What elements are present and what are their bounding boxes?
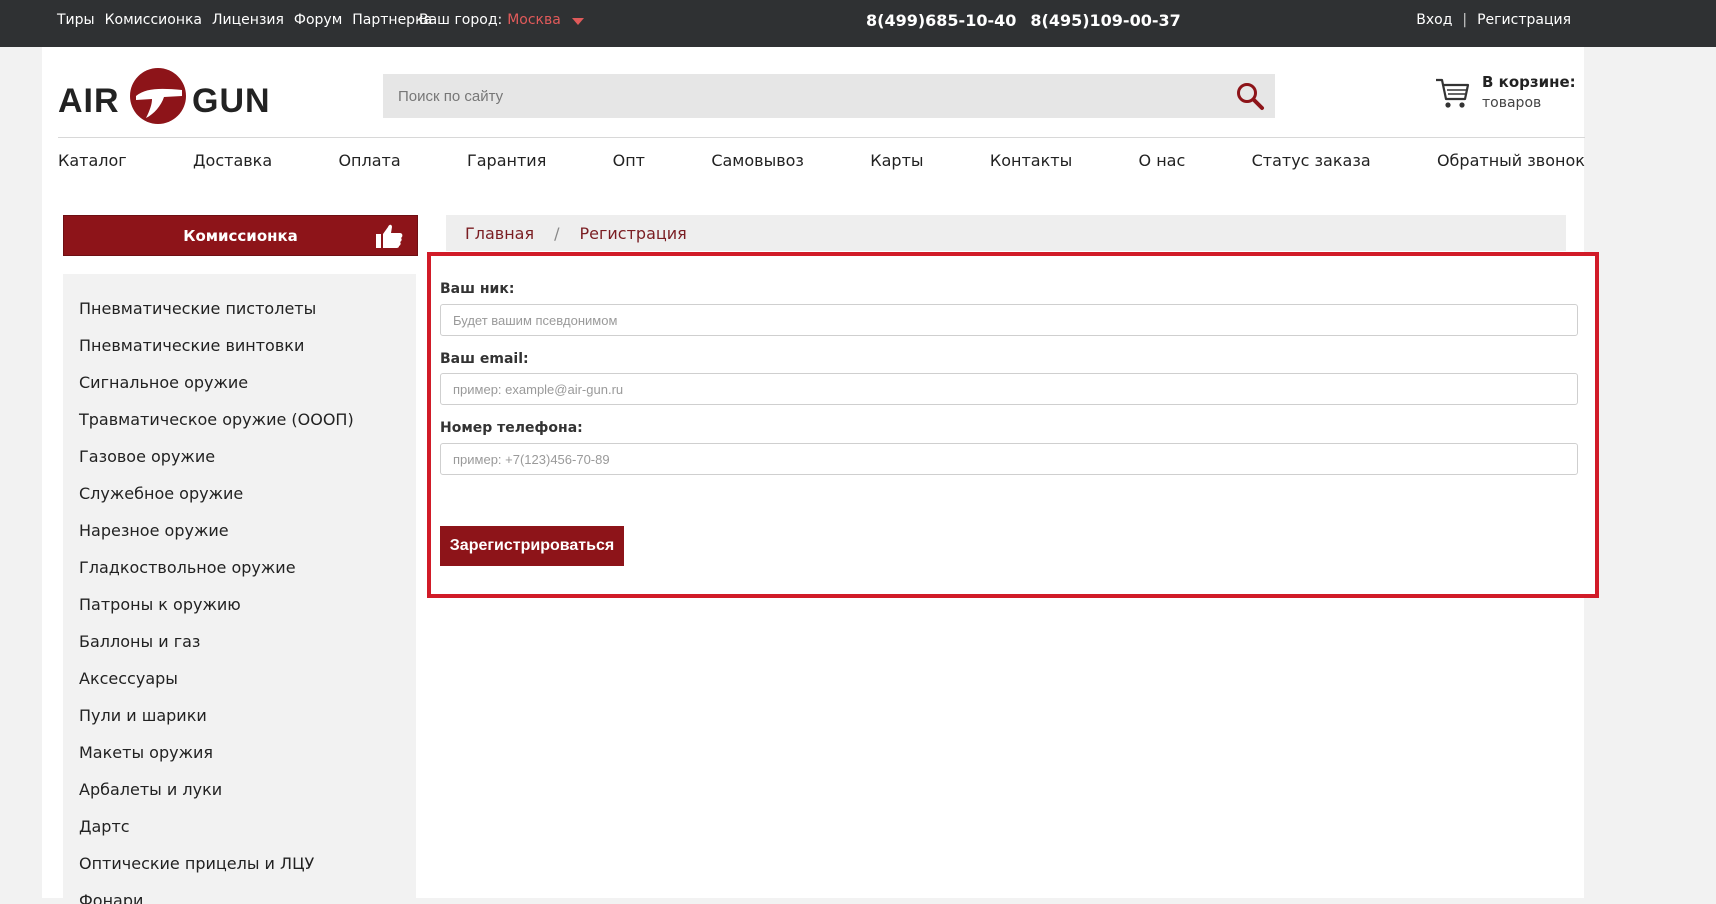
- register-button[interactable]: Зарегистрироваться: [440, 526, 624, 566]
- sidebar-item-flashlights[interactable]: Фонари: [79, 882, 416, 904]
- sidebar-item-weapon-mockups[interactable]: Макеты оружия: [79, 734, 416, 771]
- nav-item-pickup[interactable]: Самовывоз: [711, 151, 804, 170]
- search-input[interactable]: [383, 86, 1225, 106]
- sidebar-item-scopes[interactable]: Оптические прицелы и ЛЦУ: [79, 845, 416, 882]
- site-logo[interactable]: AIR GUN: [58, 64, 278, 128]
- phone-2[interactable]: 8(495)109-00-37: [1030, 11, 1180, 30]
- top-links: Тиры Комиссионка Лицензия Форум Партнерк…: [57, 12, 432, 28]
- email-field[interactable]: [440, 373, 1578, 405]
- sidebar-item-pellets-bbs[interactable]: Пули и шарики: [79, 697, 416, 734]
- cart-count: товаров: [1482, 95, 1542, 111]
- sidebar-item-gas-weapons[interactable]: Газовое оружие: [79, 438, 416, 475]
- main-nav: Каталог Доставка Оплата Гарантия Опт Сам…: [58, 151, 1585, 170]
- nav-item-order-status[interactable]: Статус заказа: [1252, 151, 1371, 170]
- top-link-licenziya[interactable]: Лицензия: [212, 12, 284, 28]
- header-divider: [58, 137, 1585, 138]
- sidebar-header[interactable]: Комиссионка: [63, 215, 418, 256]
- breadcrumb: Главная / Регистрация: [446, 215, 1566, 251]
- email-label: Ваш email:: [440, 351, 529, 367]
- sidebar-item-darts[interactable]: Дартс: [79, 808, 416, 845]
- sidebar-item-service-weapons[interactable]: Служебное оружие: [79, 475, 416, 512]
- sidebar-item-smoothbore-weapons[interactable]: Гладкоствольное оружие: [79, 549, 416, 586]
- sidebar-item-signal-weapons[interactable]: Сигнальное оружие: [79, 364, 416, 401]
- breadcrumb-current: Регистрация: [579, 223, 687, 243]
- cart-title: В корзине:: [1482, 73, 1576, 91]
- nav-item-wholesale[interactable]: Опт: [613, 151, 645, 170]
- nav-item-warranty[interactable]: Гарантия: [467, 151, 546, 170]
- phone-label: Номер телефона:: [440, 420, 583, 436]
- sidebar-item-accessories[interactable]: Аксессуары: [79, 660, 416, 697]
- auth-links: Вход | Регистрация: [1416, 12, 1571, 28]
- nav-item-contacts[interactable]: Контакты: [990, 151, 1072, 170]
- page-container: AIR GUN В корзине: товаров Каталог: [42, 47, 1599, 904]
- breadcrumb-home[interactable]: Главная: [465, 224, 534, 243]
- thumbs-up-icon: [376, 224, 403, 248]
- sidebar-category-list: Пневматические пистолеты Пневматические …: [63, 274, 416, 904]
- sidebar-item-crossbows-bows[interactable]: Арбалеты и луки: [79, 771, 416, 808]
- chevron-down-icon[interactable]: [571, 17, 584, 25]
- auth-separator: |: [1462, 12, 1468, 28]
- sidebar-item-air-pistols[interactable]: Пневматические пистолеты: [79, 290, 416, 327]
- phone-1[interactable]: 8(499)685-10-40: [866, 11, 1016, 30]
- logo-text-left: AIR: [58, 82, 120, 120]
- top-link-forum[interactable]: Форум: [294, 12, 342, 28]
- nav-item-about[interactable]: О нас: [1139, 151, 1186, 170]
- logo-text-right: GUN: [192, 82, 271, 120]
- cart-widget[interactable]: В корзине: товаров: [1434, 71, 1584, 121]
- phone-numbers: 8(499)685-10-40 8(495)109-00-37: [866, 11, 1181, 30]
- city-label: Ваш город:: [419, 12, 503, 28]
- register-link[interactable]: Регистрация: [1477, 12, 1571, 28]
- registration-form: Ваш ник: Ваш email: Номер телефона: Заре…: [427, 252, 1599, 598]
- city-selector[interactable]: Ваш город: Москва: [419, 12, 584, 28]
- nav-item-callback[interactable]: Обратный звонок: [1437, 151, 1585, 170]
- login-link[interactable]: Вход: [1416, 12, 1452, 28]
- nick-field[interactable]: [440, 304, 1578, 336]
- top-link-tiry[interactable]: Тиры: [57, 12, 95, 28]
- sidebar-item-rifled-weapons[interactable]: Нарезное оружие: [79, 512, 416, 549]
- logo-emblem-icon: [130, 68, 186, 124]
- nav-item-payment[interactable]: Оплата: [338, 151, 400, 170]
- phone-field[interactable]: [440, 443, 1578, 475]
- search-button[interactable]: [1225, 74, 1275, 118]
- sidebar-header-label: Комиссионка: [183, 226, 298, 245]
- nick-label: Ваш ник:: [440, 281, 515, 297]
- search-icon: [1237, 83, 1264, 110]
- nav-item-delivery[interactable]: Доставка: [193, 151, 272, 170]
- top-link-komissionka[interactable]: Комиссионка: [105, 12, 202, 28]
- city-value[interactable]: Москва: [507, 12, 561, 28]
- sidebar-item-traumatic-weapons[interactable]: Травматическое оружие (ОООП): [79, 401, 416, 438]
- sidebar-item-cylinders-gas[interactable]: Баллоны и газ: [79, 623, 416, 660]
- sidebar-item-air-rifles[interactable]: Пневматические винтовки: [79, 327, 416, 364]
- breadcrumb-separator: /: [554, 223, 560, 243]
- cart-icon: [1436, 78, 1470, 108]
- search-bar: [383, 74, 1275, 118]
- nav-item-catalog[interactable]: Каталог: [58, 151, 127, 170]
- nav-item-cards[interactable]: Карты: [870, 151, 923, 170]
- sidebar-item-ammo[interactable]: Патроны к оружию: [79, 586, 416, 623]
- top-bar: Тиры Комиссионка Лицензия Форум Партнерк…: [0, 0, 1716, 47]
